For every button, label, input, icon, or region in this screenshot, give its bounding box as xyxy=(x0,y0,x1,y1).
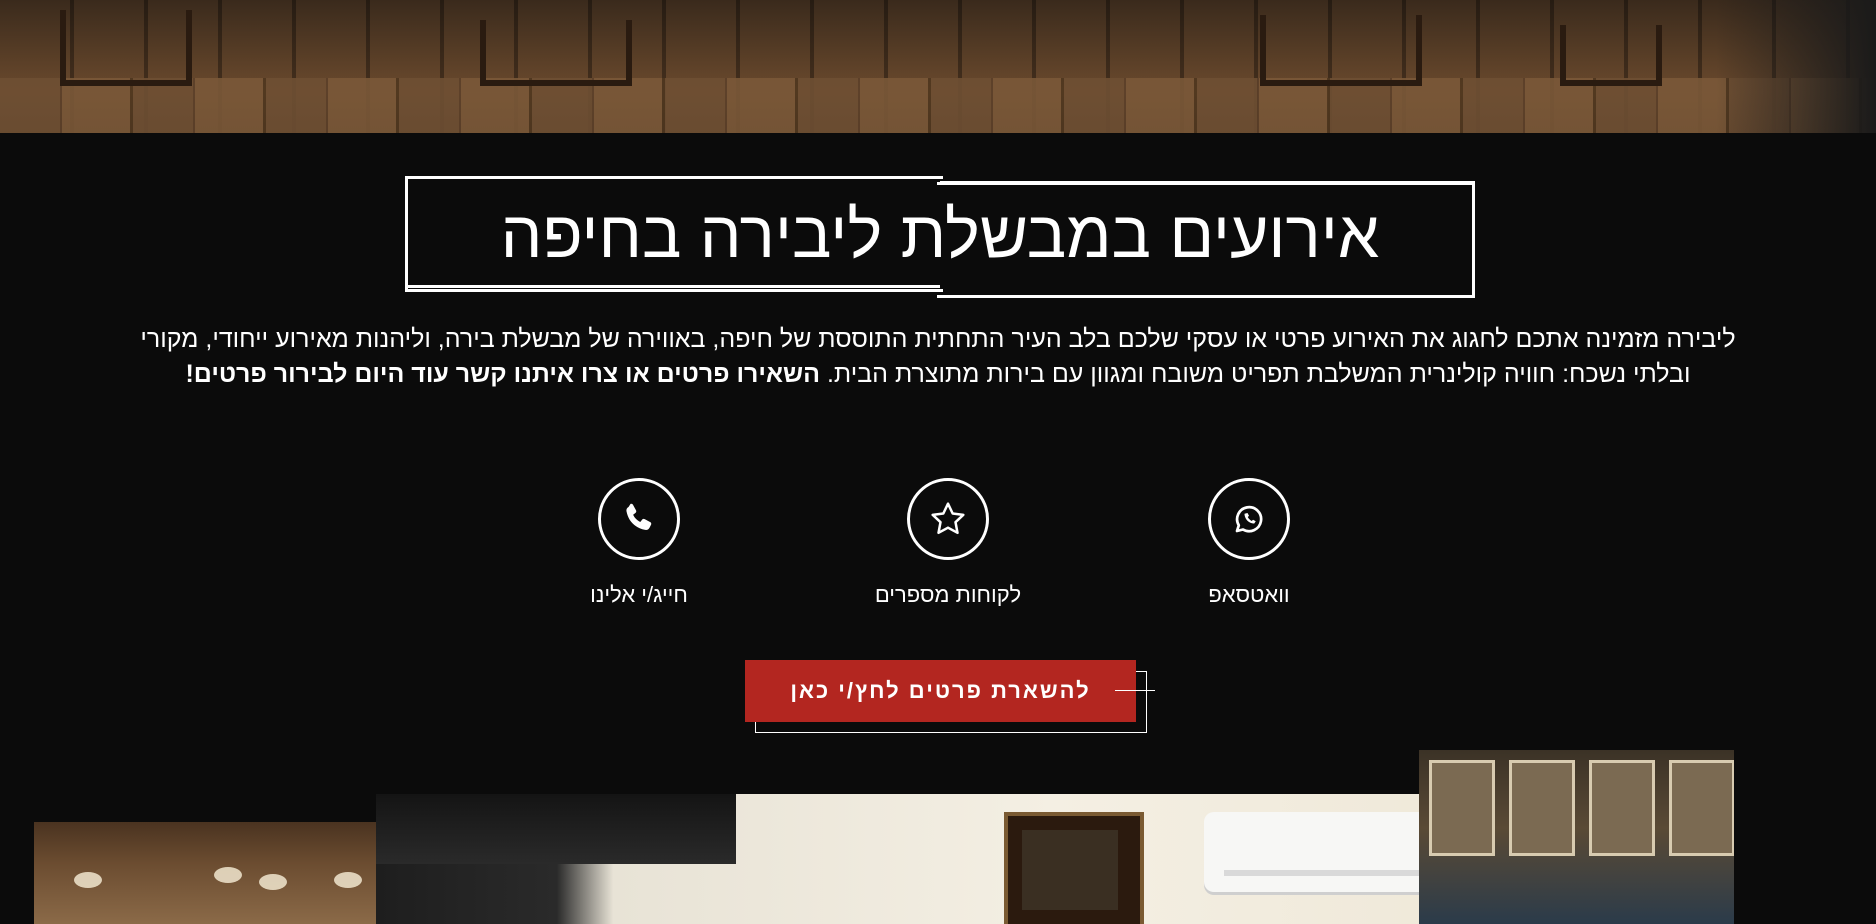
feature-testimonials[interactable]: לקוחות מספרים xyxy=(838,478,1058,608)
star-icon xyxy=(907,478,989,560)
phone-icon xyxy=(598,478,680,560)
feature-call[interactable]: חייג/י אלינו xyxy=(529,478,749,608)
hero-image xyxy=(0,0,1876,133)
feature-label-call: חייג/י אלינו xyxy=(590,582,688,607)
intro-paragraph: ליבירה מזמינה אתכם לחגוג את האירוע פרטי … xyxy=(110,322,1766,392)
cta-decoration-line xyxy=(1115,690,1155,691)
feature-label-whatsapp: וואטסאפ xyxy=(1208,582,1290,607)
intro-bold-text: השאירו פרטים או צרו איתנו קשר עוד היום ל… xyxy=(185,360,821,388)
leave-details-button[interactable]: להשארת פרטים לחץ/י כאן xyxy=(745,660,1136,722)
gallery-image-hall xyxy=(376,794,1506,924)
gallery-image-seating xyxy=(1419,750,1734,924)
feature-label-testimonials: לקוחות מספרים xyxy=(874,582,1022,607)
whatsapp-icon xyxy=(1208,478,1290,560)
gallery-image-bar xyxy=(34,822,379,924)
feature-whatsapp[interactable]: וואטסאפ xyxy=(1139,478,1359,608)
title-box: אירועים במבשלת ליבירה בחיפה xyxy=(405,176,1475,298)
page-title: אירועים במבשלת ליבירה בחיפה xyxy=(500,197,1380,271)
